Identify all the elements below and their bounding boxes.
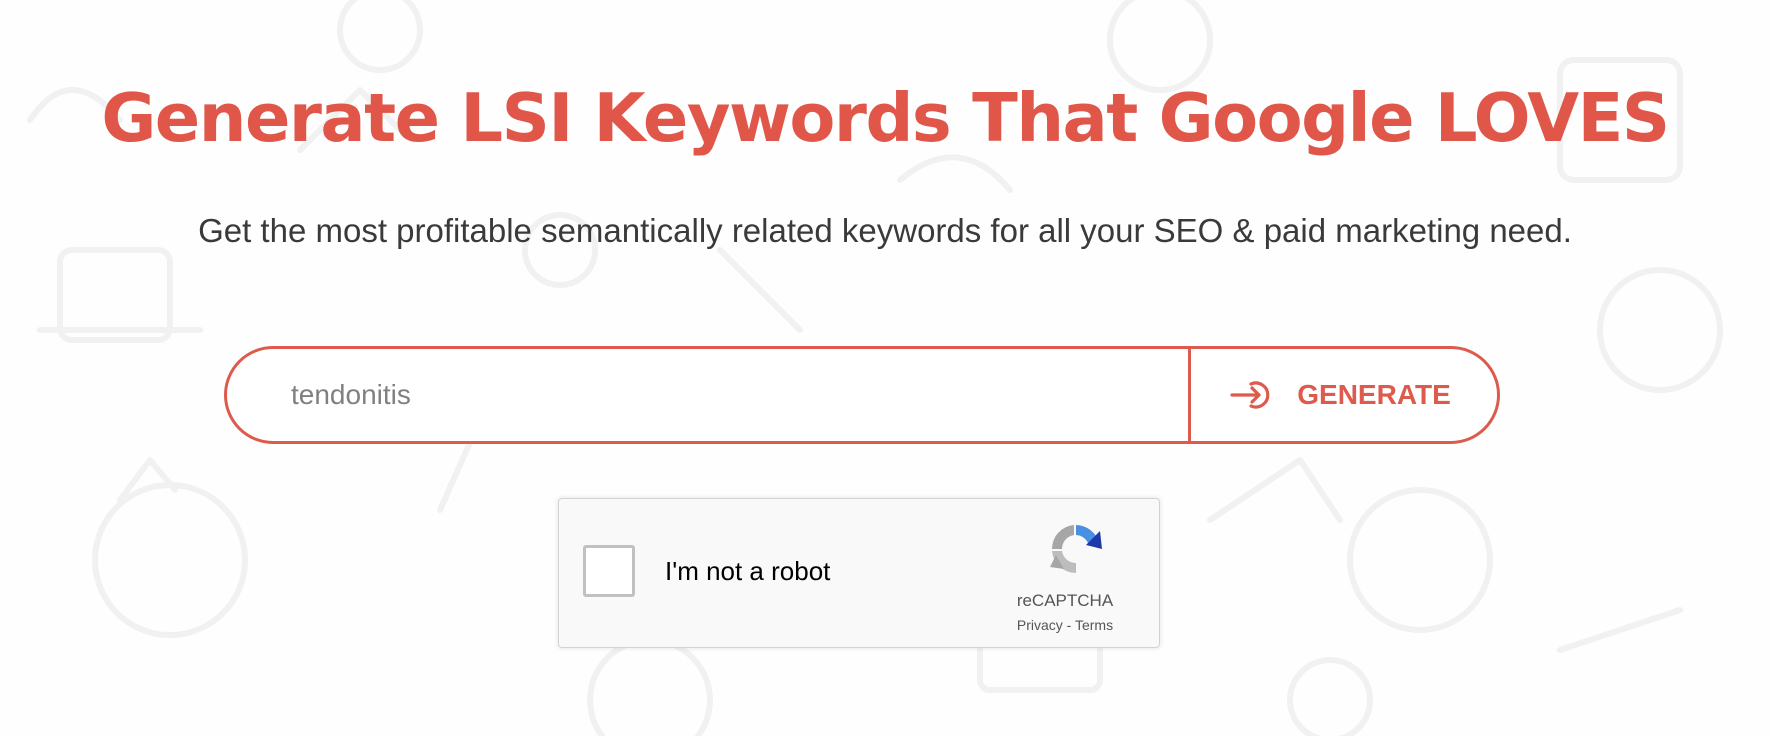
page-subtitle: Get the most profitable semantically rel… bbox=[198, 212, 1572, 249]
recaptcha-widget: I'm not a robot reCAPTCHA Privacy - Term… bbox=[558, 498, 1160, 648]
recaptcha-links: Privacy - Terms bbox=[995, 617, 1135, 633]
recaptcha-label: I'm not a robot bbox=[665, 556, 831, 586]
sign-in-arrow-icon bbox=[1229, 378, 1277, 412]
generate-button-label: GENERATE bbox=[1297, 379, 1451, 410]
recaptcha-brand: reCAPTCHA bbox=[1016, 591, 1114, 610]
page-title: Generate LSI Keywords That Google LOVES bbox=[101, 79, 1670, 157]
recaptcha-checkbox[interactable] bbox=[583, 545, 635, 597]
keyword-search-form: GENERATE bbox=[224, 346, 1500, 444]
recaptcha-terms-link[interactable]: Terms bbox=[1075, 617, 1113, 633]
keyword-input[interactable] bbox=[227, 349, 1188, 441]
recaptcha-links-separator: - bbox=[1062, 617, 1075, 633]
main-content: Generate LSI Keywords That Google LOVES … bbox=[0, 0, 1770, 736]
recaptcha-logo-icon bbox=[1044, 517, 1108, 581]
generate-button[interactable]: GENERATE bbox=[1191, 349, 1497, 441]
recaptcha-privacy-link[interactable]: Privacy bbox=[1017, 617, 1063, 633]
